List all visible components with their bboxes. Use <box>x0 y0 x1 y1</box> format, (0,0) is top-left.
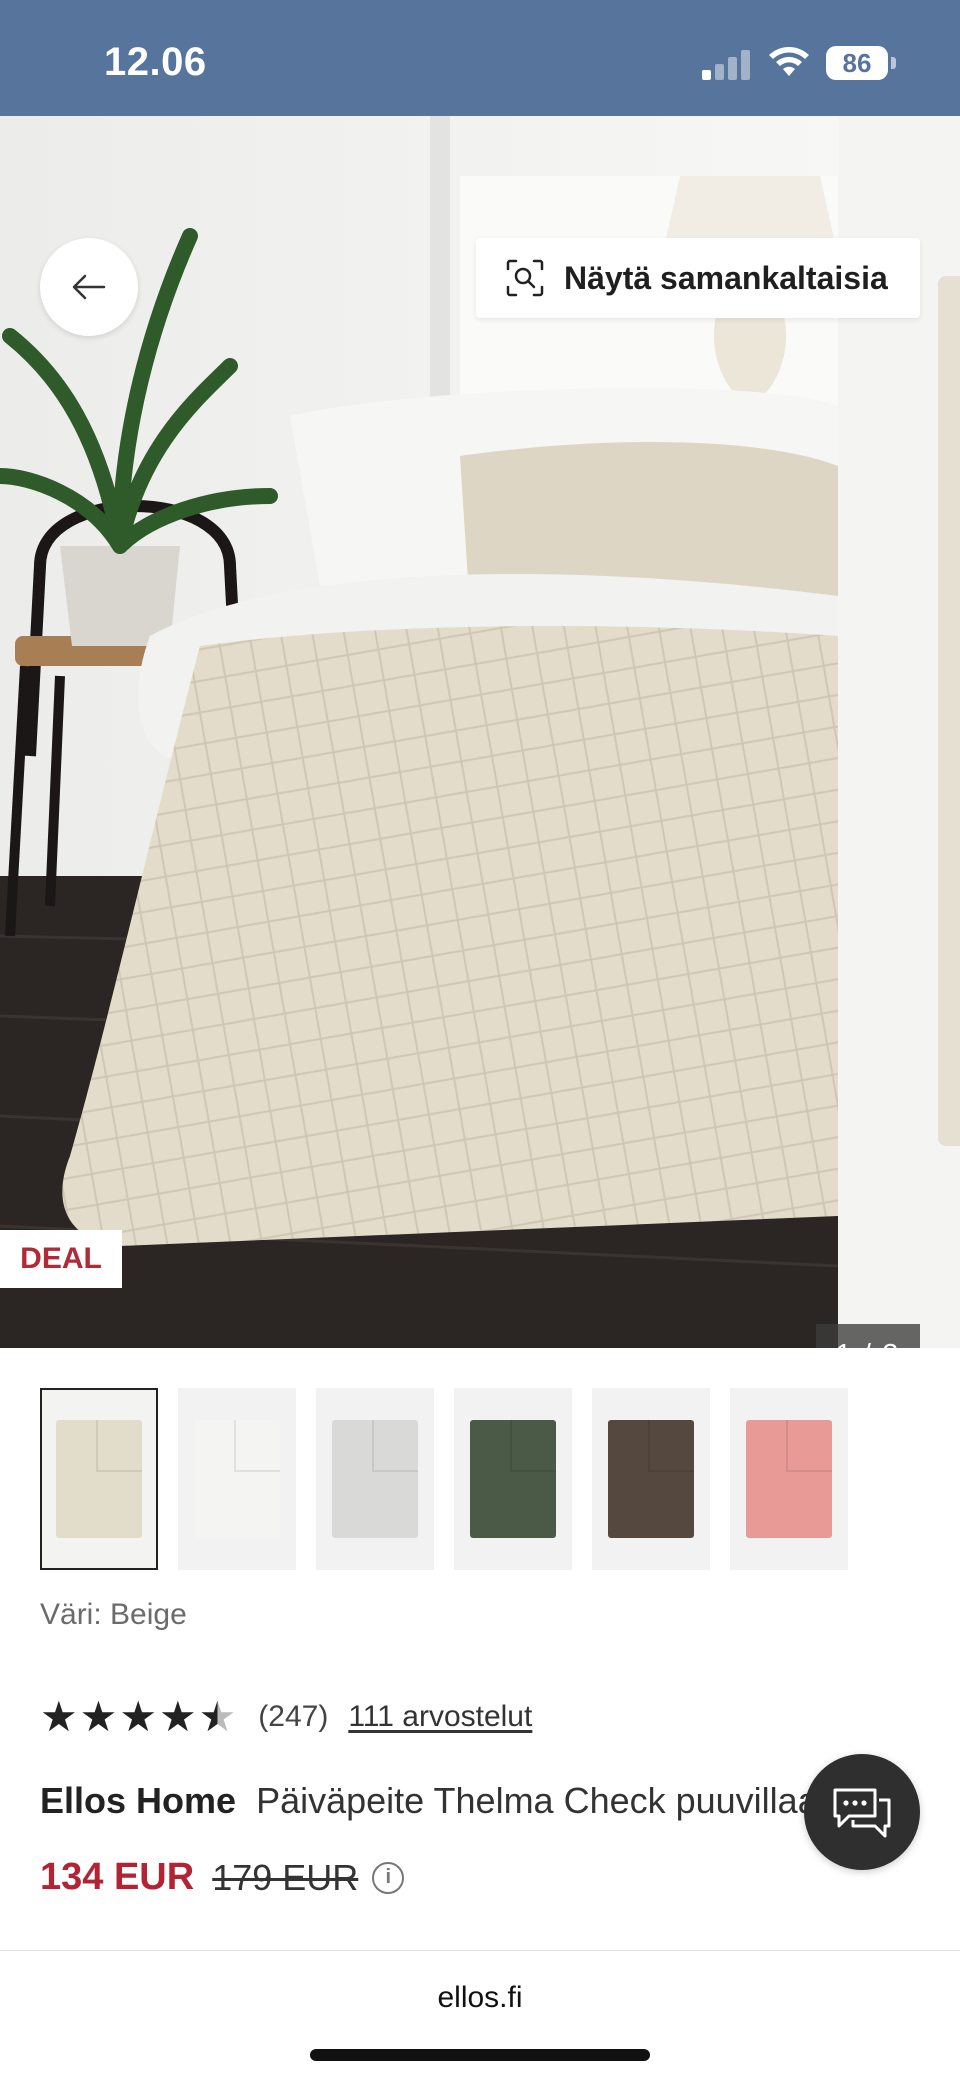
status-time: 12.06 <box>104 40 207 84</box>
color-swatch[interactable] <box>316 1388 434 1570</box>
star-icon: ★ <box>40 1693 78 1740</box>
price-line: 134 EUR 179 EUR i <box>40 1856 405 1899</box>
status-bar: 12.06 86 <box>0 0 960 116</box>
rating-count: (247) <box>258 1700 329 1733</box>
product-title: Ellos Home Päiväpeite Thelma Check puuvil… <box>40 1780 820 1822</box>
info-icon[interactable]: i <box>372 1861 405 1894</box>
show-similar-button[interactable]: Näytä samankaltaisia <box>476 238 920 318</box>
color-swatch[interactable] <box>178 1388 296 1570</box>
swatch-image <box>746 1420 832 1538</box>
show-similar-label: Näytä samankaltaisia <box>564 259 888 296</box>
chat-button[interactable] <box>804 1754 920 1870</box>
visual-search-icon <box>506 259 544 297</box>
rating-stars: ★ ★ ★ ★ ★ <box>40 1696 236 1738</box>
original-price: 179 EUR <box>212 1856 359 1898</box>
home-indicator <box>310 2049 650 2061</box>
cellular-signal-icon <box>702 48 750 80</box>
image-counter: 1 / 3 <box>816 1324 920 1348</box>
deal-badge: DEAL <box>0 1230 122 1288</box>
brand-name[interactable]: Ellos Home <box>40 1780 236 1821</box>
star-icon: ★ <box>79 1693 118 1740</box>
arrow-left-icon <box>72 274 106 300</box>
color-swatch[interactable] <box>40 1388 158 1570</box>
browser-url-bar[interactable]: ellos.fi <box>0 1950 960 2078</box>
swatch-image <box>56 1420 142 1538</box>
chat-bubbles-icon <box>833 1788 891 1838</box>
battery-cap <box>891 57 896 69</box>
product-rating: ★ ★ ★ ★ ★ (247) 111 arvostelut <box>40 1696 532 1738</box>
swatch-image <box>470 1420 556 1538</box>
color-swatch[interactable] <box>730 1388 848 1570</box>
wifi-icon <box>769 47 809 76</box>
current-price: 134 EUR <box>40 1856 195 1898</box>
reviews-link[interactable]: 111 arvostelut <box>348 1700 532 1734</box>
half-star-icon: ★ <box>198 1693 237 1740</box>
back-button[interactable] <box>40 238 138 336</box>
star-icon: ★ <box>158 1693 197 1740</box>
color-swatch[interactable] <box>454 1388 572 1570</box>
product-image-gallery[interactable]: Näytä samankaltaisia 1 / 3 <box>0 116 960 1348</box>
star-icon: ★ <box>119 1693 157 1740</box>
color-swatch-list <box>40 1388 848 1570</box>
color-swatch[interactable] <box>592 1388 710 1570</box>
swatch-image <box>332 1420 418 1538</box>
product-name: Päiväpeite Thelma Check puuvillaa <box>256 1780 818 1821</box>
selected-color-label: Väri: Beige <box>40 1598 187 1631</box>
battery-indicator: 86 <box>826 46 888 80</box>
swatch-image <box>608 1420 694 1538</box>
url-text[interactable]: ellos.fi <box>0 1981 960 2015</box>
swatch-image <box>194 1420 280 1538</box>
